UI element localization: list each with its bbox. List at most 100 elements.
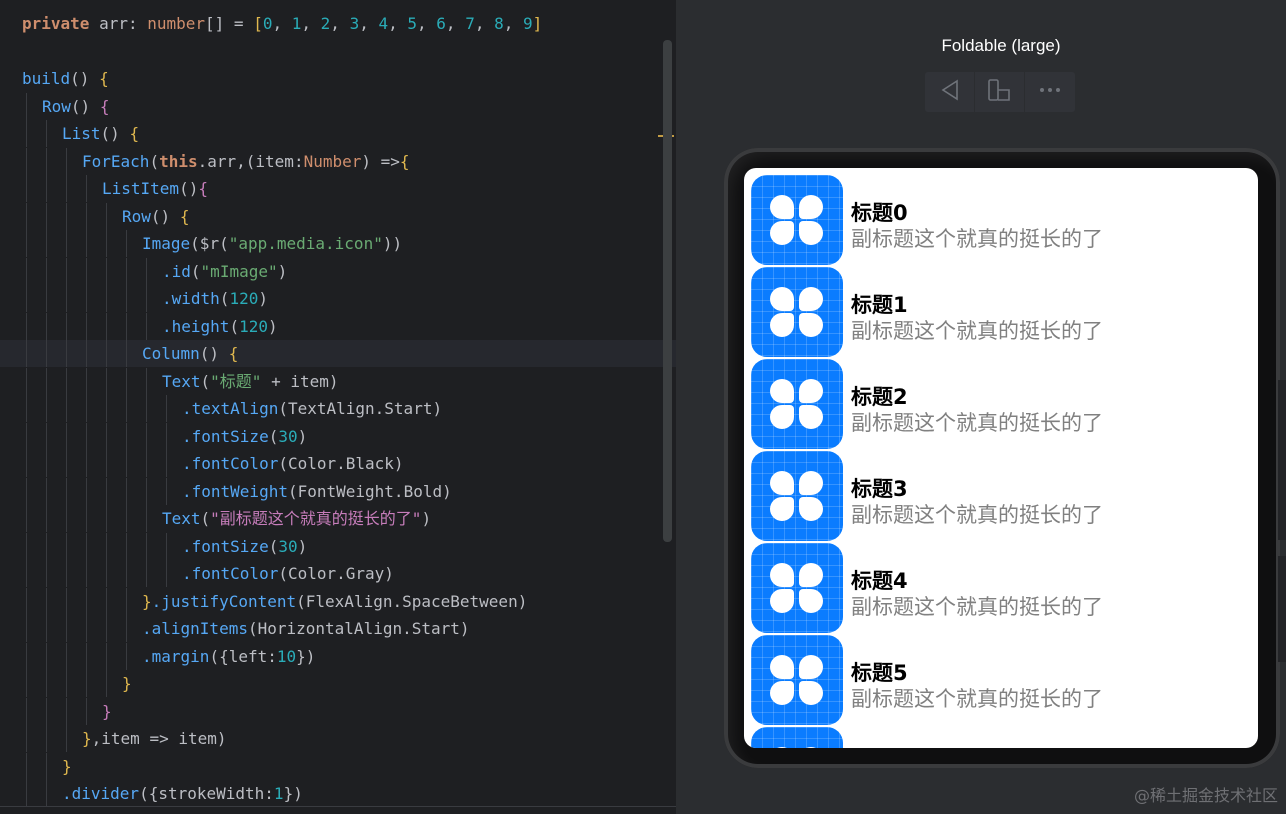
previewer-panel: Foldable (large) 标题0 副标题这个就真的挺长的了 标题1 副标题这个… — [676, 0, 1286, 814]
code-token: 4 — [378, 14, 389, 33]
indent-guide — [106, 285, 107, 312]
code-text: ListItem(){ — [102, 175, 208, 202]
icon-petal — [770, 563, 794, 587]
list-item[interactable]: 标题4 副标题这个就真的挺长的了 — [751, 543, 1251, 635]
back-button[interactable] — [925, 72, 975, 112]
list-item[interactable]: 标题1 副标题这个就真的挺长的了 — [751, 267, 1251, 359]
code-line[interactable]: } — [0, 752, 676, 780]
code-line[interactable]: ForEach(this.arr,(item:Number) =>{ — [0, 147, 676, 175]
preview-scrollbar-thumb[interactable] — [1278, 556, 1286, 662]
code-line[interactable] — [0, 38, 676, 65]
code-token: { — [179, 206, 190, 226]
code-line[interactable]: .id("mImage") — [0, 257, 676, 285]
code-text: Column() { — [142, 340, 238, 367]
indent-guide — [146, 505, 147, 532]
more-button[interactable] — [1025, 72, 1074, 112]
code-line[interactable]: ListItem(){ — [0, 175, 676, 202]
code-line[interactable]: Row() { — [0, 202, 676, 230]
code-text: Image($r("app.media.icon")) — [142, 230, 402, 257]
indent-guide — [46, 312, 47, 340]
indent-guide — [146, 560, 147, 587]
code-line[interactable]: }.justifyContent(FlexAlign.SpaceBetween) — [0, 587, 676, 615]
code-line[interactable]: .fontColor(Color.Black) — [0, 450, 676, 477]
icon-petal — [770, 405, 794, 429]
indent-guide — [146, 450, 147, 477]
indent-guide — [86, 257, 87, 285]
code-line[interactable]: } — [0, 697, 676, 725]
indent-guide — [86, 615, 87, 642]
code-token: () — [70, 69, 100, 88]
code-token: }) — [296, 646, 316, 666]
code-line[interactable]: .width(120) — [0, 285, 676, 312]
code-line[interactable]: build() { — [0, 65, 676, 92]
code-token: ( — [268, 536, 279, 556]
indent-guide — [26, 285, 27, 312]
code-line[interactable]: .fontSize(30) — [0, 532, 676, 560]
code-token: ForEach — [82, 151, 150, 171]
code-token: ( — [200, 371, 211, 391]
code-token: ({strokeWidth: — [139, 784, 274, 803]
code-line[interactable]: Row() { — [0, 92, 676, 120]
indent-guide — [126, 285, 127, 312]
code-token: (TextAlign.Start) — [278, 399, 443, 418]
indent-guide — [66, 450, 67, 477]
code-token: 7 — [465, 14, 475, 33]
item-subtitle: 副标题这个就真的挺长的了 — [851, 319, 1103, 343]
code-token: ( — [229, 316, 240, 336]
indent-guide — [86, 642, 87, 670]
code-line[interactable]: .divider({strokeWidth:1}) — [0, 780, 676, 807]
preview-scrollbar-track[interactable] — [1278, 380, 1286, 540]
code-line[interactable]: .fontWeight(FontWeight.Bold) — [0, 477, 676, 505]
code-token: )) — [382, 234, 403, 253]
code-token: Column — [142, 344, 200, 363]
device-screen[interactable]: 标题0 副标题这个就真的挺长的了 标题1 副标题这个就真的挺长的了 标题2 副标题这个就真… — [744, 168, 1258, 748]
code-line[interactable]: } — [0, 670, 676, 697]
icon-petal — [770, 497, 794, 521]
list-item[interactable]: 标题5 副标题这个就真的挺长的了 — [751, 635, 1251, 727]
code-line[interactable]: Text("副标题这个就真的挺长的了") — [0, 505, 676, 532]
icon-petal — [799, 681, 823, 705]
indent-guide — [26, 587, 27, 615]
code-text: .width(120) — [162, 285, 268, 312]
code-text: Row() { — [42, 93, 109, 120]
code-line[interactable]: .height(120) — [0, 312, 676, 340]
code-token: .id — [162, 261, 191, 281]
code-line[interactable]: .alignItems(HorizontalAlign.Start) — [0, 615, 676, 642]
code-token: ( — [200, 509, 211, 528]
code-line[interactable]: Column() { — [0, 340, 676, 367]
code-line[interactable]: Text("标题" + item) — [0, 367, 676, 395]
code-token: 8 — [494, 14, 504, 33]
code-line[interactable]: private arr: number[] = [0, 1, 2, 3, 4, … — [0, 10, 676, 37]
editor-divider — [0, 806, 676, 807]
code-line[interactable]: .textAlign(TextAlign.Start) — [0, 395, 676, 422]
indent-guide — [106, 202, 107, 230]
code-line[interactable]: Image($r("app.media.icon")) — [0, 230, 676, 257]
indent-guide — [46, 257, 47, 285]
icon-petal — [770, 747, 794, 748]
editor-scrollbar[interactable] — [663, 40, 672, 542]
indent-guide — [106, 560, 107, 587]
indent-guide — [46, 670, 47, 697]
indent-guide — [86, 395, 87, 422]
code-editor[interactable]: private arr: number[] = [0, 1, 2, 3, 4, … — [0, 0, 676, 814]
fold-device-button[interactable] — [975, 72, 1025, 112]
code-line[interactable]: List() { — [0, 120, 676, 147]
list-item[interactable]: 标题0 副标题这个就真的挺长的了 — [751, 175, 1251, 267]
code-line[interactable]: .fontSize(30) — [0, 422, 676, 450]
code-token: .justifyContent — [151, 591, 297, 611]
code-token: , — [301, 14, 321, 33]
list-item[interactable] — [751, 727, 1251, 748]
indent-guide — [166, 532, 167, 560]
code-token: () — [179, 179, 199, 198]
list-item[interactable]: 标题2 副标题这个就真的挺长的了 — [751, 359, 1251, 451]
indent-guide — [46, 120, 47, 147]
list-item[interactable]: 标题3 副标题这个就真的挺长的了 — [751, 451, 1251, 543]
indent-guide — [126, 505, 127, 532]
code-token: .divider — [62, 784, 140, 803]
code-token: .fontWeight — [182, 481, 288, 501]
code-line[interactable]: .fontColor(Color.Gray) — [0, 560, 676, 587]
code-line[interactable]: },item => item) — [0, 725, 676, 752]
code-line[interactable]: .margin({left:10}) — [0, 642, 676, 670]
code-token: ) — [297, 426, 308, 446]
indent-guide — [46, 230, 47, 257]
